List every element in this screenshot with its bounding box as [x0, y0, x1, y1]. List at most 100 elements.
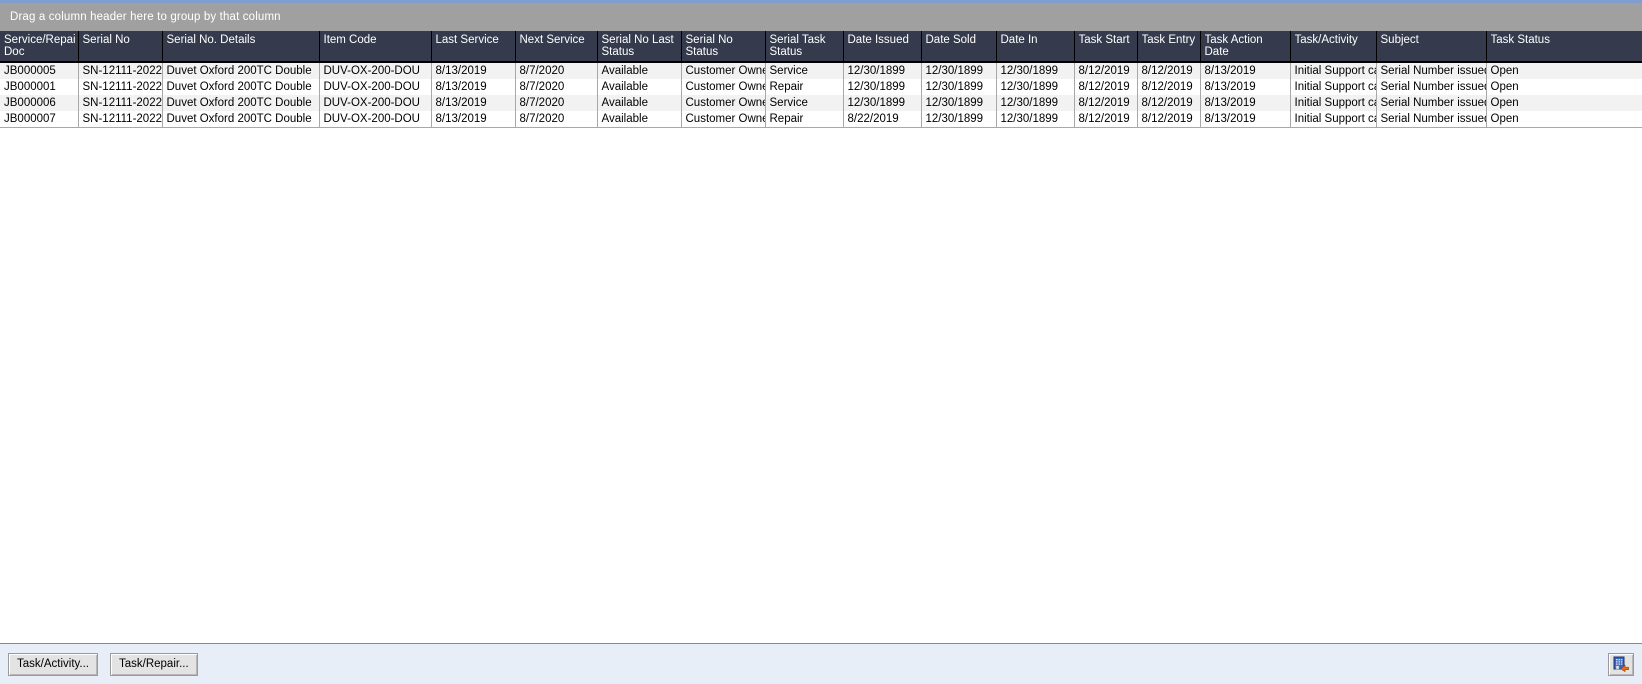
- grid-header-item_code[interactable]: Item Code: [319, 31, 431, 62]
- table-row[interactable]: JB000001SN-12111-20223Duvet Oxford 200TC…: [0, 79, 1642, 95]
- cell-task_start[interactable]: 8/12/2019: [1074, 95, 1137, 111]
- cell-serial_no[interactable]: SN-12111-20223: [78, 95, 162, 111]
- cell-serial_no_status[interactable]: Customer Owned: [681, 95, 765, 111]
- grid-header-task_entry[interactable]: Task Entry: [1137, 31, 1200, 62]
- cell-date_in[interactable]: 12/30/1899: [996, 111, 1074, 128]
- cell-last_service[interactable]: 8/13/2019: [431, 95, 515, 111]
- cell-task_action_date[interactable]: 8/13/2019: [1200, 79, 1290, 95]
- cell-serial_no[interactable]: SN-12111-20223: [78, 62, 162, 79]
- cell-service_repair_doc[interactable]: JB000005: [0, 62, 78, 79]
- cell-task_status[interactable]: Open: [1486, 95, 1642, 111]
- cell-serial_no_last_status[interactable]: Available: [597, 62, 681, 79]
- cell-serial_task_status[interactable]: Repair: [765, 79, 843, 95]
- cell-date_sold[interactable]: 12/30/1899: [921, 111, 996, 128]
- cell-item_code[interactable]: DUV-OX-200-DOU: [319, 95, 431, 111]
- cell-item_code[interactable]: DUV-OX-200-DOU: [319, 111, 431, 128]
- grid-header-task_activity[interactable]: Task/Activity: [1290, 31, 1376, 62]
- cell-serial_no_details[interactable]: Duvet Oxford 200TC Double: [162, 79, 319, 95]
- task-activity-button[interactable]: Task/Activity...: [8, 653, 98, 676]
- cell-serial_task_status[interactable]: Service: [765, 95, 843, 111]
- cell-subject[interactable]: Serial Number issued: [1376, 111, 1486, 128]
- cell-serial_task_status[interactable]: Service: [765, 62, 843, 79]
- cell-service_repair_doc[interactable]: JB000006: [0, 95, 78, 111]
- grid-header-serial_task_status[interactable]: Serial Task Status: [765, 31, 843, 62]
- cell-item_code[interactable]: DUV-OX-200-DOU: [319, 62, 431, 79]
- cell-serial_no_last_status[interactable]: Available: [597, 95, 681, 111]
- cell-task_activity[interactable]: Initial Support call: [1290, 95, 1376, 111]
- cell-next_service[interactable]: 8/7/2020: [515, 95, 597, 111]
- cell-serial_no_details[interactable]: Duvet Oxford 200TC Double: [162, 111, 319, 128]
- grid-header-serial_no_details[interactable]: Serial No. Details: [162, 31, 319, 62]
- cell-date_in[interactable]: 12/30/1899: [996, 79, 1074, 95]
- footer-toolbar: Task/Activity... Task/Repair...: [0, 643, 1642, 684]
- cell-date_issued[interactable]: 12/30/1899: [843, 79, 921, 95]
- grid-header-serial_no_status[interactable]: Serial No Status: [681, 31, 765, 62]
- cell-serial_no_last_status[interactable]: Available: [597, 111, 681, 128]
- task-repair-button[interactable]: Task/Repair...: [110, 653, 198, 676]
- grid-header-service_repair_doc[interactable]: Service/Repair Doc: [0, 31, 78, 62]
- cell-subject[interactable]: Serial Number issued: [1376, 62, 1486, 79]
- grid-header-task_action_date[interactable]: Task Action Date: [1200, 31, 1290, 62]
- cell-last_service[interactable]: 8/13/2019: [431, 79, 515, 95]
- grid-header-date_issued[interactable]: Date Issued: [843, 31, 921, 62]
- grid-header-last_service[interactable]: Last Service: [431, 31, 515, 62]
- cell-serial_no_status[interactable]: Customer Owned: [681, 111, 765, 128]
- cell-next_service[interactable]: 8/7/2020: [515, 62, 597, 79]
- cell-task_start[interactable]: 8/12/2019: [1074, 79, 1137, 95]
- cell-date_issued[interactable]: 8/22/2019: [843, 111, 921, 128]
- cell-date_issued[interactable]: 12/30/1899: [843, 62, 921, 79]
- cell-serial_task_status[interactable]: Repair: [765, 111, 843, 128]
- cell-task_activity[interactable]: Initial Support call: [1290, 62, 1376, 79]
- cell-next_service[interactable]: 8/7/2020: [515, 79, 597, 95]
- grid-header-serial_no[interactable]: Serial No: [78, 31, 162, 62]
- cell-service_repair_doc[interactable]: JB000001: [0, 79, 78, 95]
- cell-service_repair_doc[interactable]: JB000007: [0, 111, 78, 128]
- cell-serial_no[interactable]: SN-12111-20223: [78, 79, 162, 95]
- cell-item_code[interactable]: DUV-OX-200-DOU: [319, 79, 431, 95]
- cell-serial_no_details[interactable]: Duvet Oxford 200TC Double: [162, 62, 319, 79]
- cell-task_start[interactable]: 8/12/2019: [1074, 62, 1137, 79]
- cell-task_entry[interactable]: 8/12/2019: [1137, 111, 1200, 128]
- cell-task_action_date[interactable]: 8/13/2019: [1200, 62, 1290, 79]
- table-row[interactable]: JB000006SN-12111-20223Duvet Oxford 200TC…: [0, 95, 1642, 111]
- cell-last_service[interactable]: 8/13/2019: [431, 62, 515, 79]
- cell-serial_no_status[interactable]: Customer Owned: [681, 79, 765, 95]
- grid-header-next_service[interactable]: Next Service: [515, 31, 597, 62]
- cell-subject[interactable]: Serial Number issued: [1376, 79, 1486, 95]
- cell-serial_no_last_status[interactable]: Available: [597, 79, 681, 95]
- cell-task_activity[interactable]: Initial Support call: [1290, 111, 1376, 128]
- grid-header-task_status[interactable]: Task Status: [1486, 31, 1642, 62]
- cell-serial_no_details[interactable]: Duvet Oxford 200TC Double: [162, 95, 319, 111]
- cell-date_in[interactable]: 12/30/1899: [996, 95, 1074, 111]
- cell-date_sold[interactable]: 12/30/1899: [921, 79, 996, 95]
- cell-serial_no_status[interactable]: Customer Owned: [681, 62, 765, 79]
- cell-serial_no[interactable]: SN-12111-20223: [78, 111, 162, 128]
- cell-subject[interactable]: Serial Number issued: [1376, 95, 1486, 111]
- cell-task_status[interactable]: Open: [1486, 111, 1642, 128]
- cell-task_action_date[interactable]: 8/13/2019: [1200, 95, 1290, 111]
- cell-date_sold[interactable]: 12/30/1899: [921, 95, 996, 111]
- grid-header-date_sold[interactable]: Date Sold: [921, 31, 996, 62]
- table-row[interactable]: JB000007SN-12111-20223Duvet Oxford 200TC…: [0, 111, 1642, 128]
- group-by-panel[interactable]: Drag a column header here to group by th…: [0, 3, 1642, 31]
- cell-task_action_date[interactable]: 8/13/2019: [1200, 111, 1290, 128]
- grid-header-task_start[interactable]: Task Start: [1074, 31, 1137, 62]
- cell-last_service[interactable]: 8/13/2019: [431, 111, 515, 128]
- cell-task_activity[interactable]: Initial Support call: [1290, 79, 1376, 95]
- cell-next_service[interactable]: 8/7/2020: [515, 111, 597, 128]
- cell-task_entry[interactable]: 8/12/2019: [1137, 95, 1200, 111]
- cell-date_sold[interactable]: 12/30/1899: [921, 62, 996, 79]
- grid-header-date_in[interactable]: Date In: [996, 31, 1074, 62]
- export-to-database-button[interactable]: [1608, 653, 1634, 676]
- cell-task_entry[interactable]: 8/12/2019: [1137, 62, 1200, 79]
- cell-task_start[interactable]: 8/12/2019: [1074, 111, 1137, 128]
- cell-task_status[interactable]: Open: [1486, 79, 1642, 95]
- grid-header-serial_no_last_status[interactable]: Serial No Last Status: [597, 31, 681, 62]
- cell-date_issued[interactable]: 12/30/1899: [843, 95, 921, 111]
- table-row[interactable]: JB000005SN-12111-20223Duvet Oxford 200TC…: [0, 62, 1642, 79]
- cell-task_status[interactable]: Open: [1486, 62, 1642, 79]
- grid-header-label: Serial Task Status: [770, 34, 840, 58]
- grid-header-subject[interactable]: Subject: [1376, 31, 1486, 62]
- cell-date_in[interactable]: 12/30/1899: [996, 62, 1074, 79]
- cell-task_entry[interactable]: 8/12/2019: [1137, 79, 1200, 95]
